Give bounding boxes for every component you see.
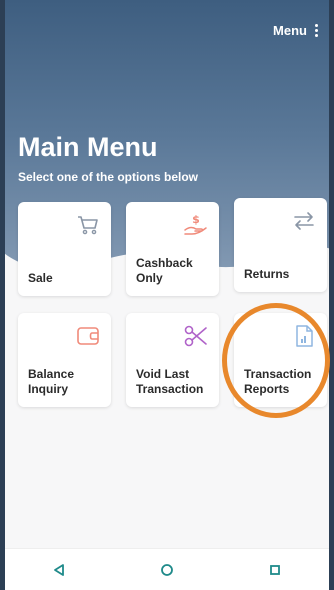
frame-edge-left (0, 0, 5, 590)
wallet-icon (77, 327, 99, 345)
cart-icon (78, 216, 98, 235)
tile-balance-inquiry[interactable]: Balance Inquiry (18, 313, 111, 407)
android-nav-bar (5, 548, 329, 590)
tile-label: Balance Inquiry (28, 367, 75, 396)
kebab-menu-icon (313, 22, 320, 39)
nav-recents-button[interactable] (263, 558, 287, 582)
menu-button[interactable]: Menu (273, 22, 320, 39)
tile-label: Transaction Reports (244, 367, 312, 396)
tile-cashback-only[interactable]: $ Cashback Only (126, 202, 219, 296)
recents-square-icon (270, 565, 280, 575)
scissors-icon (184, 325, 207, 347)
home-circle-icon (161, 564, 173, 576)
tile-void-last-transaction[interactable]: Void Last Transaction (126, 313, 219, 407)
tile-label: Sale (28, 271, 53, 285)
nav-home-button[interactable] (155, 558, 179, 582)
page-subtitle: Select one of the options below (18, 170, 199, 184)
tile-label: Cashback Only (136, 256, 193, 285)
tile-label: Returns (244, 267, 290, 281)
nav-back-button[interactable] (47, 558, 71, 582)
tile-sale[interactable]: Sale (18, 202, 111, 296)
screen: Menu Main Menu Select one of the options… (0, 0, 334, 590)
tile-transaction-reports[interactable]: Transaction Reports (234, 313, 327, 407)
tile-returns[interactable]: Returns (234, 198, 327, 292)
swap-arrows-icon (294, 212, 314, 230)
svg-text:$: $ (192, 213, 200, 226)
page-title: Main Menu (18, 132, 158, 162)
frame-edge-right (329, 0, 334, 590)
menu-label: Menu (273, 23, 307, 38)
cash-hand-icon: $ (184, 213, 207, 235)
back-triangle-icon (54, 564, 64, 576)
tile-label: Void Last Transaction (136, 367, 204, 396)
report-document-icon (296, 325, 313, 347)
